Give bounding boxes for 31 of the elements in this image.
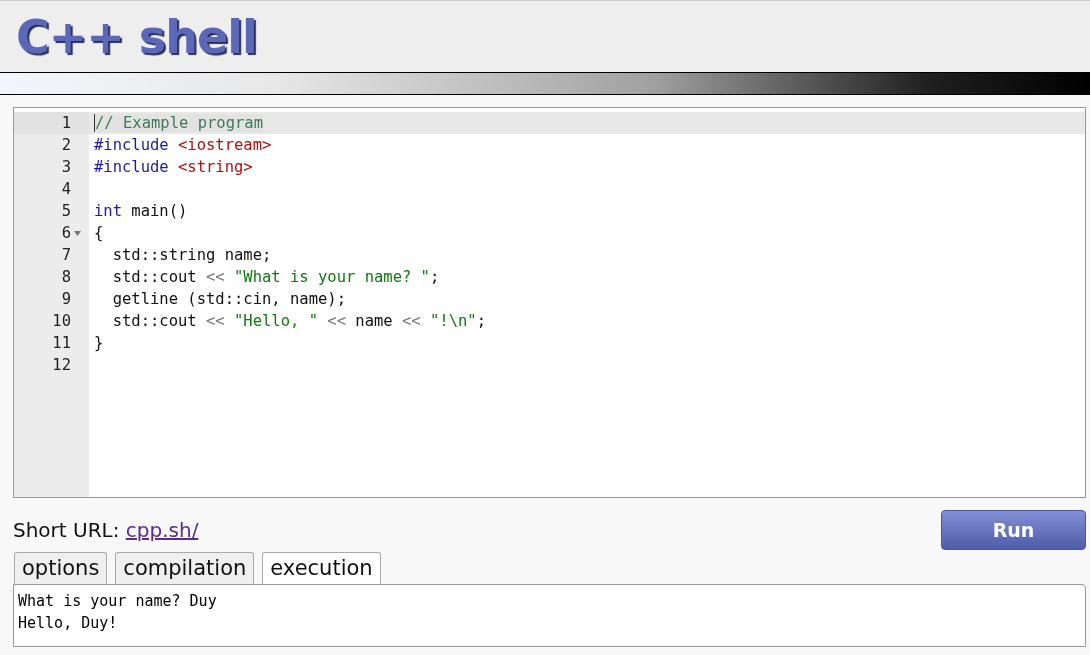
line-number: 12 xyxy=(52,356,71,374)
code-line: getline (std::cin, name); xyxy=(111,290,346,308)
line-number: 6 xyxy=(61,224,71,242)
code-line: int main() xyxy=(94,202,188,220)
code-line: } xyxy=(94,334,104,352)
line-number: 2 xyxy=(61,136,71,154)
output-line: Hello, Duy! xyxy=(18,613,119,634)
tab[interactable]: execution xyxy=(262,552,381,584)
line-number: 9 xyxy=(61,290,71,308)
tab[interactable]: options xyxy=(14,552,108,584)
code-line: std::cout << "What is your name? "; xyxy=(111,268,440,286)
code-line: std::cout << "Hello, " << name << "!\n"; xyxy=(111,312,486,330)
tab[interactable]: compilation xyxy=(115,552,255,584)
code-line: { xyxy=(94,224,104,242)
line-number: 10 xyxy=(52,312,71,330)
fold-arrow-icon[interactable] xyxy=(71,230,83,236)
line-number: 3 xyxy=(61,158,71,176)
code-line: #include <string> xyxy=(94,158,253,176)
site-logo: C++ shell xyxy=(16,9,257,64)
line-number: 5 xyxy=(61,202,71,220)
code-editor[interactable] xyxy=(13,107,1086,498)
line-number: 7 xyxy=(61,246,71,264)
code-line: std::string name; xyxy=(111,246,272,264)
short-url-link[interactable]: cpp.sh/ xyxy=(125,518,199,542)
run-button[interactable]: Run xyxy=(941,510,1086,550)
short-url-label: Short URL: xyxy=(13,518,120,542)
code-line: #include <iostream> xyxy=(94,136,272,154)
line-number: 4 xyxy=(61,180,71,198)
output-line: What is your name? Duy xyxy=(18,591,218,612)
line-number: 8 xyxy=(61,268,71,286)
line-number: 11 xyxy=(52,334,71,352)
